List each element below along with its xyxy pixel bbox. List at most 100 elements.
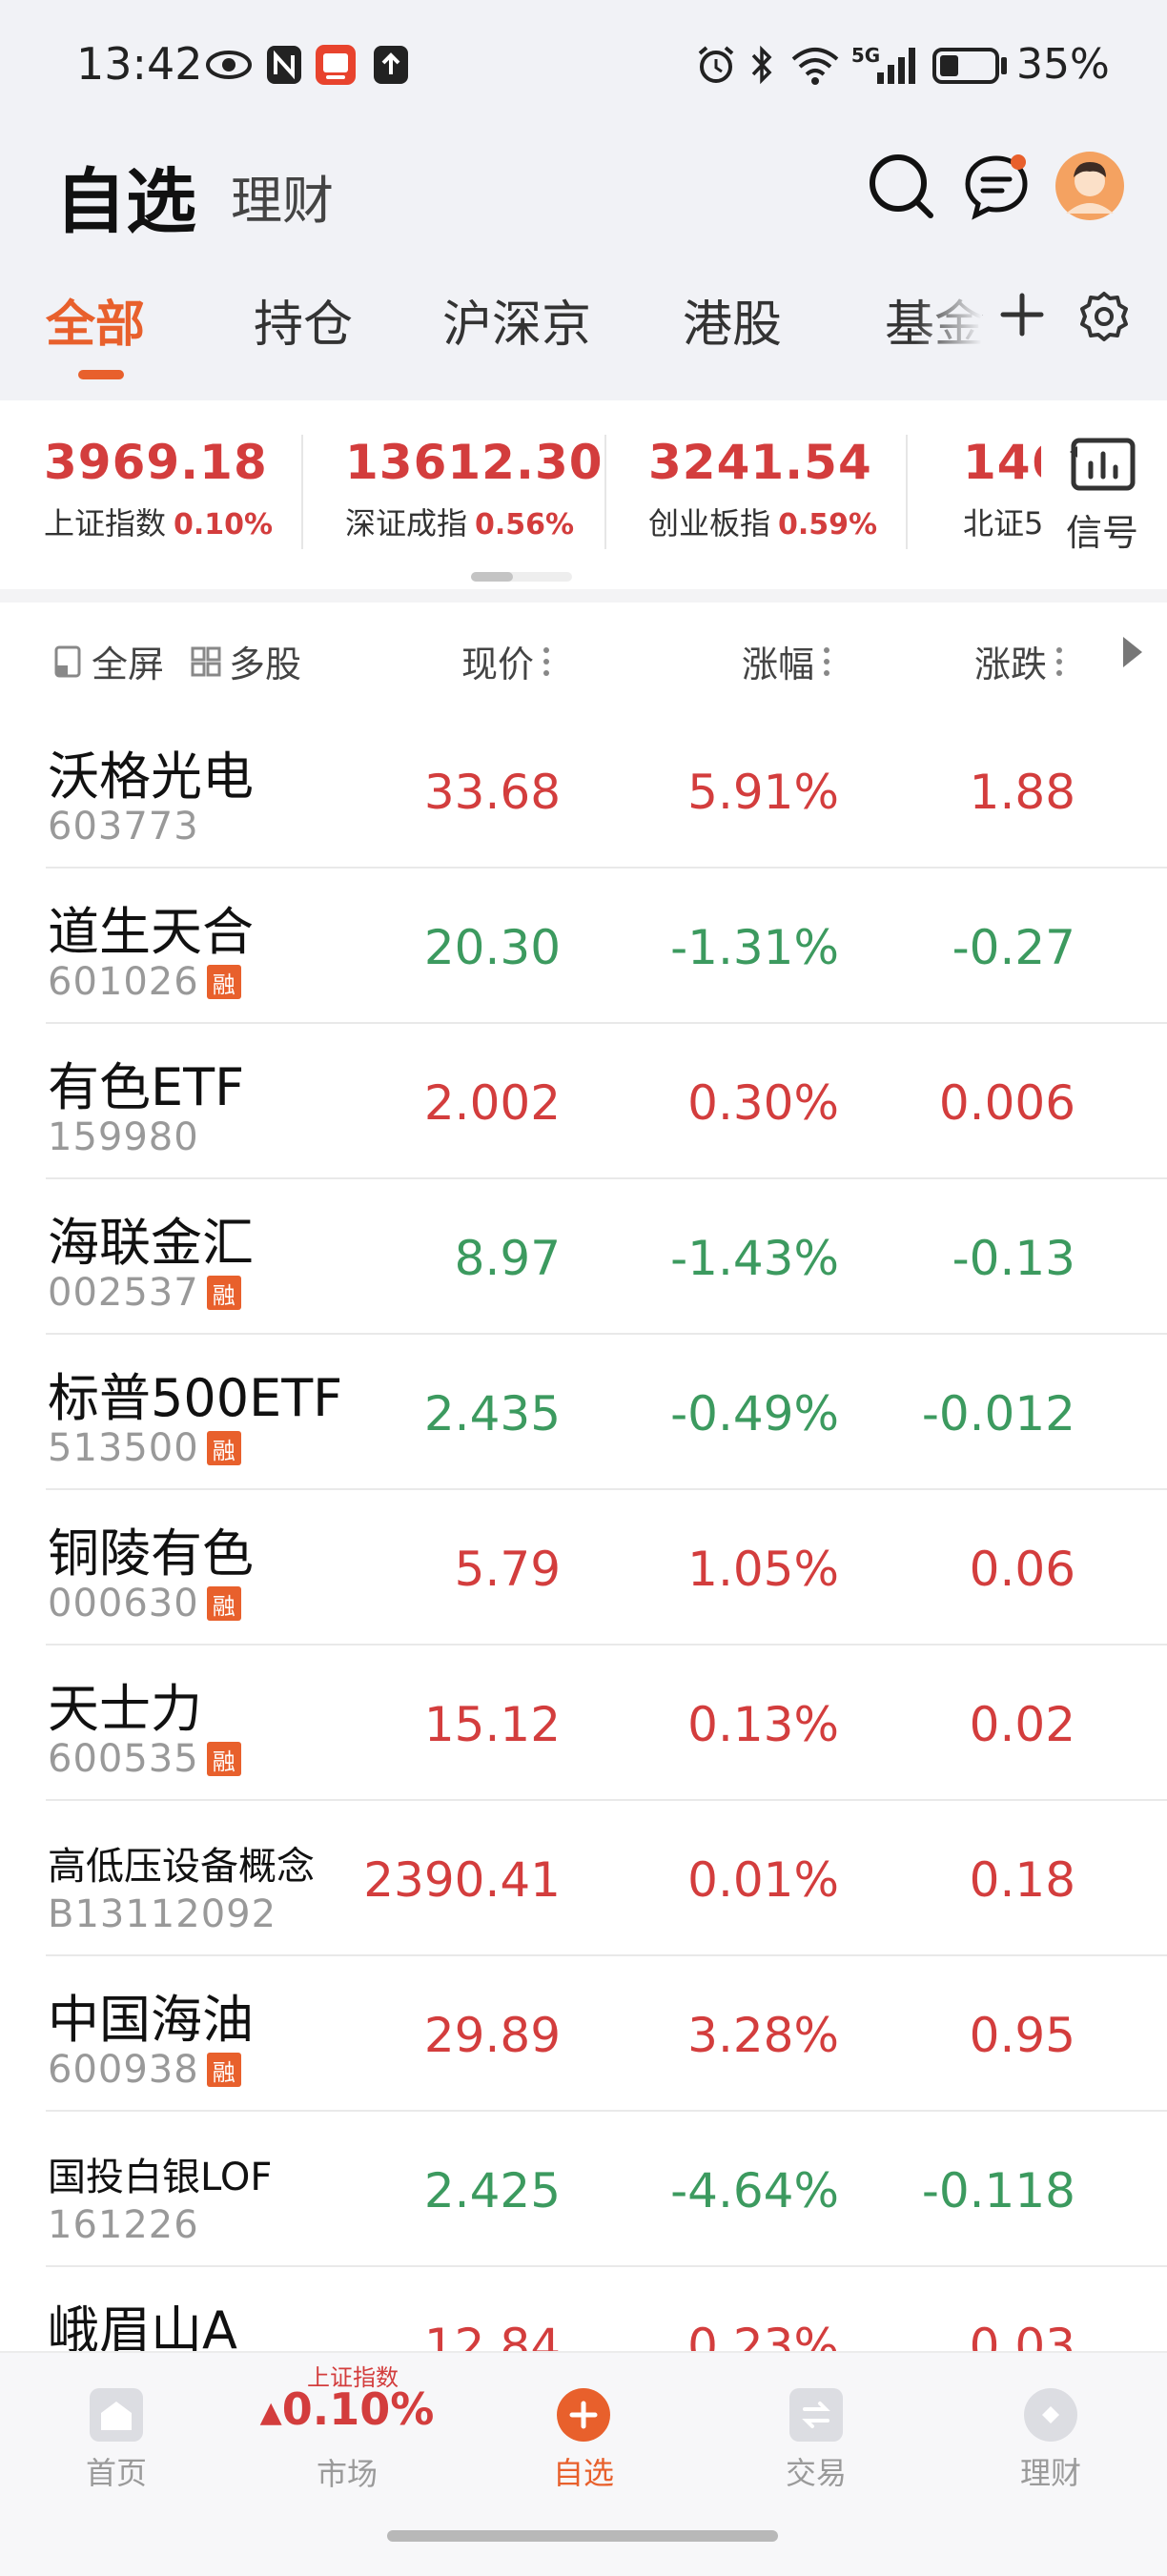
home-indicator[interactable]: [387, 2530, 778, 2542]
stock-row[interactable]: 国投白银LOF 161226 2.425 -4.64% -0.118: [0, 2112, 1167, 2267]
index-value: 3241.54: [648, 435, 872, 490]
stock-row[interactable]: 标普500ETF 513500 融 2.435 -0.49% -0.012: [0, 1335, 1167, 1490]
stock-change-pct: 5.91%: [687, 765, 839, 820]
search-icon[interactable]: [866, 151, 936, 221]
fullscreen-button[interactable]: 全屏: [53, 635, 164, 687]
stock-change-pct: 1.05%: [687, 1542, 839, 1597]
stock-code: B13112092: [48, 1892, 277, 1936]
battery-icon: [932, 48, 999, 84]
stock-row[interactable]: 铜陵有色 000630 融 5.79 1.05% 0.06: [0, 1490, 1167, 1646]
margin-badge: 融: [206, 2053, 241, 2087]
stock-code-wrap: 002537 融: [48, 1271, 241, 1315]
avatar[interactable]: [1054, 151, 1125, 221]
stock-code: 600938: [48, 2048, 199, 2092]
multi-stock-label: 多股: [229, 644, 302, 685]
battery-tip: [1001, 57, 1007, 74]
divider: [604, 435, 606, 549]
divider: [301, 435, 303, 549]
stock-code: 513500: [48, 1426, 199, 1470]
index-shanghai[interactable]: 3969.18 上证指数 0.10%: [44, 435, 273, 543]
nav-watchlist[interactable]: 自选: [507, 2388, 660, 2493]
nav-wealth[interactable]: 理财: [974, 2388, 1127, 2493]
tab-fade: [915, 276, 982, 353]
divider: [906, 435, 908, 549]
add-icon[interactable]: [993, 286, 1051, 343]
stock-name: 中国海油: [48, 1990, 254, 2050]
change-pct-header-label: 涨幅: [742, 644, 815, 685]
stock-price: 15.12: [423, 1697, 561, 1752]
message-icon[interactable]: [961, 151, 1032, 221]
stock-code: 159980: [48, 1115, 199, 1159]
nav-trade[interactable]: 交易: [740, 2388, 892, 2493]
nav-market-pct[interactable]: ▲0.10%: [252, 2383, 442, 2435]
battery-percent: 35%: [1016, 40, 1110, 89]
stock-name: 标普500ETF: [48, 1368, 343, 1428]
margin-badge: 融: [206, 1742, 241, 1776]
sort-change[interactable]: 涨跌: [974, 635, 1063, 687]
nav-trade-label: 交易: [785, 2455, 847, 2491]
stock-code-wrap: 600535 融: [48, 1737, 241, 1781]
nav-home-label: 首页: [85, 2455, 147, 2491]
stock-name: 道生天合: [48, 902, 254, 962]
stock-price: 2.002: [423, 1075, 561, 1131]
signal-icon: [873, 44, 921, 86]
index-chinext[interactable]: 3241.54 创业板指 0.59%: [648, 435, 877, 543]
stock-change: -0.012: [921, 1386, 1075, 1441]
stock-change: 0.02: [969, 1697, 1075, 1752]
status-bar: 13:42 5G 35%: [0, 0, 1167, 133]
sort-change-pct[interactable]: 涨幅: [742, 635, 830, 687]
tab-hk[interactable]: 港股: [683, 284, 782, 356]
index-scroll-thumb: [471, 572, 513, 582]
stock-price: 2390.41: [363, 1852, 561, 1908]
stock-code-wrap: 601026 融: [48, 960, 241, 1004]
stock-change: -0.13: [952, 1231, 1075, 1286]
stock-row[interactable]: 天士力 600535 融 15.12 0.13% 0.02: [0, 1646, 1167, 1801]
nav-market-label[interactable]: 市场: [280, 2450, 414, 2494]
upload-icon: [372, 44, 410, 86]
nav-home[interactable]: 首页: [40, 2388, 193, 2493]
multi-stock-button[interactable]: 多股: [191, 635, 301, 687]
margin-badge: 融: [206, 1276, 241, 1310]
stock-code-wrap: B13112092: [48, 1892, 276, 1936]
stock-code: 601026: [48, 960, 199, 1004]
sort-price[interactable]: 现价: [461, 635, 550, 687]
home-icon: [90, 2388, 143, 2442]
stock-code: 603773: [48, 805, 199, 848]
stock-row[interactable]: 道生天合 601026 融 20.30 -1.31% -0.27: [0, 869, 1167, 1024]
stock-price: 8.97: [454, 1231, 561, 1286]
wealth-tab-title[interactable]: 理财: [231, 158, 334, 234]
signal-label[interactable]: 信号: [1066, 503, 1138, 556]
stock-row[interactable]: 有色ETF 159980 2.002 0.30% 0.006: [0, 1024, 1167, 1179]
index-value: 3969.18: [44, 435, 268, 490]
grid-icon: [191, 646, 221, 676]
stock-code: 000630: [48, 1582, 199, 1625]
stock-row[interactable]: 中国海油 600938 融 29.89 3.28% 0.95: [0, 1956, 1167, 2112]
settings-icon[interactable]: [1077, 290, 1131, 343]
tab-hs-bj[interactable]: 沪深京: [442, 284, 591, 356]
margin-badge: 融: [206, 1586, 241, 1621]
page-title[interactable]: 自选: [55, 145, 196, 247]
stock-name: 有色ETF: [48, 1057, 245, 1117]
tab-holdings[interactable]: 持仓: [254, 284, 353, 356]
more-dots-icon: [543, 646, 550, 676]
tab-underline: [78, 370, 124, 379]
tab-all[interactable]: 全部: [46, 284, 145, 356]
scroll-right-icon[interactable]: [1119, 635, 1144, 669]
stock-change-pct: -1.43%: [670, 1231, 839, 1286]
stock-code: 002537: [48, 1271, 199, 1315]
stock-change: 0.006: [938, 1075, 1075, 1131]
more-dots-icon: [1056, 646, 1063, 676]
stock-row[interactable]: 沃格光电 603773 33.68 5.91% 1.88: [0, 713, 1167, 869]
stock-code-wrap: 161226: [48, 2203, 199, 2247]
stock-change: 0.06: [969, 1542, 1075, 1597]
stock-row[interactable]: 海联金汇 002537 融 8.97 -1.43% -0.13: [0, 1179, 1167, 1335]
index-shenzhen[interactable]: 13612.30 深证成指 0.56%: [345, 435, 604, 543]
add-circle-icon: [557, 2388, 610, 2442]
stock-code-wrap: 513500 融: [48, 1426, 241, 1470]
stock-change: 0.95: [969, 2008, 1075, 2063]
stock-code-wrap: 603773: [48, 805, 199, 848]
stock-change-pct: 0.01%: [687, 1852, 839, 1908]
stock-row[interactable]: 高低压设备概念 B13112092 2390.41 0.01% 0.18: [0, 1801, 1167, 1956]
wifi-icon: [788, 44, 843, 86]
stock-price: 5.79: [454, 1542, 561, 1597]
